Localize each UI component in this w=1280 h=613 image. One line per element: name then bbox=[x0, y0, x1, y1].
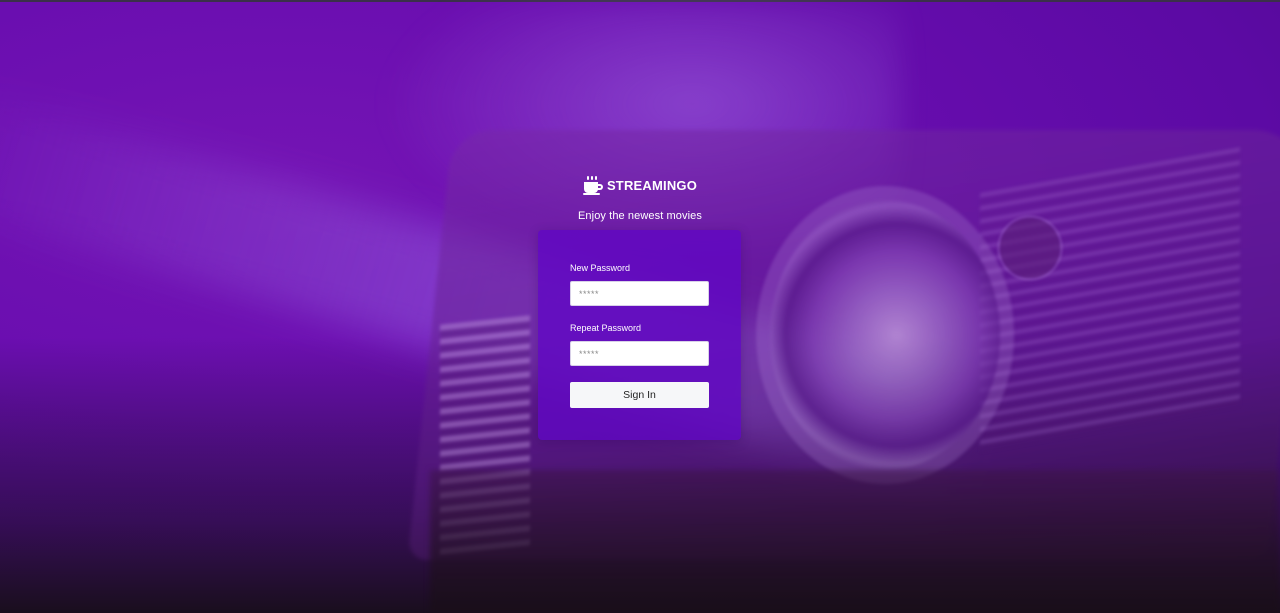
new-password-input[interactable] bbox=[570, 281, 709, 306]
reset-password-form: New Password Repeat Password Sign In bbox=[538, 230, 741, 440]
background-projector-lens bbox=[770, 200, 1000, 470]
background-projector-base bbox=[430, 470, 1280, 613]
background-projector-knob bbox=[1000, 218, 1060, 278]
login-screen: STREAMINGO Enjoy the newest movies New P… bbox=[0, 0, 1280, 613]
sign-in-button[interactable]: Sign In bbox=[570, 382, 709, 408]
brand-name: STREAMINGO bbox=[606, 178, 698, 193]
repeat-password-input[interactable] bbox=[570, 341, 709, 366]
brand-header: STREAMINGO Enjoy the newest movies bbox=[0, 176, 1280, 222]
coffee-cup-icon bbox=[582, 176, 603, 195]
new-password-label: New Password bbox=[570, 263, 631, 273]
repeat-password-label: Repeat Password bbox=[570, 323, 642, 333]
logo[interactable]: STREAMINGO bbox=[582, 176, 698, 195]
brand-tagline: Enjoy the newest movies bbox=[578, 210, 702, 222]
